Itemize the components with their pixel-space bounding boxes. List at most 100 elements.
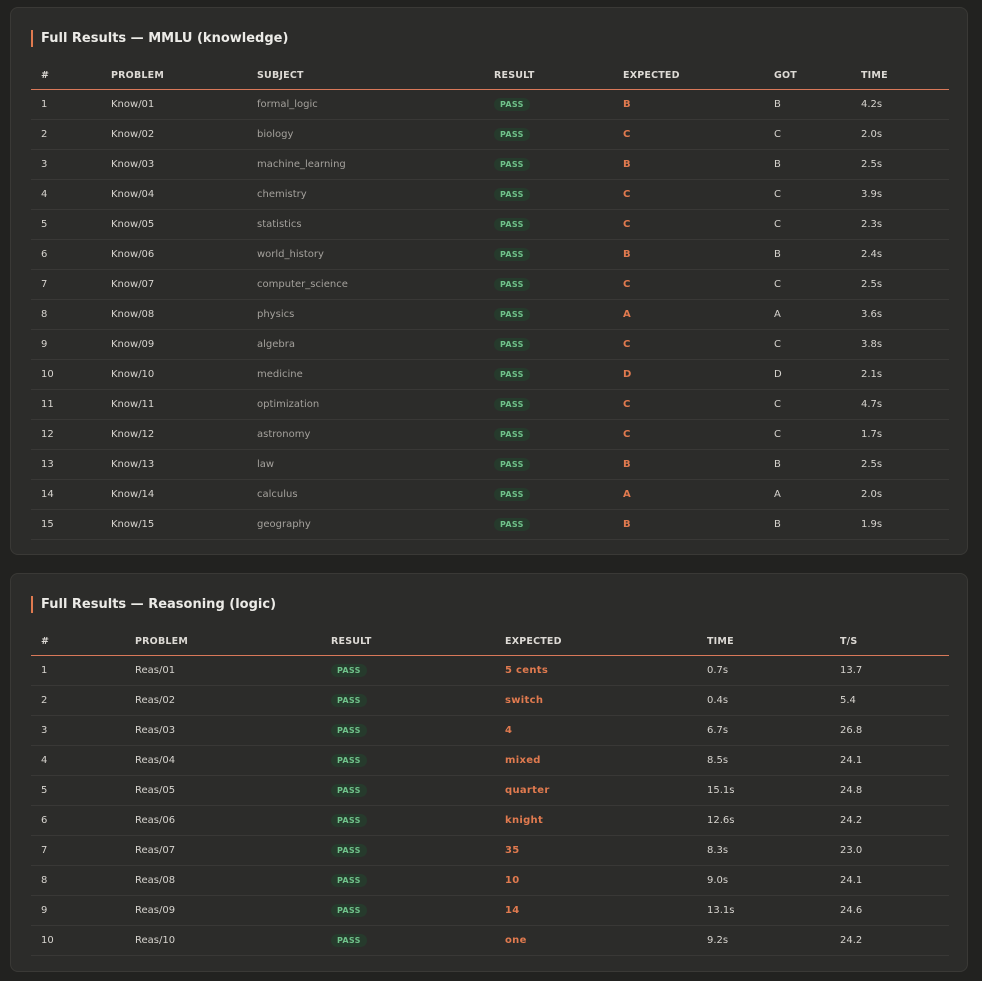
table-row[interactable]: 9 Reas/09 PASS 14 13.1s 24.6	[31, 895, 949, 926]
table-row[interactable]: 1 Reas/01 PASS 5 cents 0.7s 13.7	[31, 655, 949, 686]
col-header-subject[interactable]: SUBJECT	[247, 62, 484, 90]
col-header-expected[interactable]: EXPECTED	[495, 628, 697, 656]
table-row[interactable]: 8 Know/08 physics PASS A A 3.6s	[31, 299, 949, 330]
table-row[interactable]: 2 Know/02 biology PASS C C 2.0s	[31, 119, 949, 150]
col-header-got[interactable]: GOT	[764, 62, 851, 90]
table-row[interactable]: 3 Reas/03 PASS 4 6.7s 26.8	[31, 715, 949, 746]
result-cell: PASS	[321, 835, 495, 866]
table-row[interactable]: 6 Know/06 world_history PASS B B 2.4s	[31, 239, 949, 270]
col-header-problem[interactable]: PROBLEM	[125, 628, 321, 656]
result-badge: PASS	[494, 98, 530, 111]
col-header-tokens-per-second[interactable]: T/S	[830, 628, 949, 656]
result-badge: PASS	[494, 458, 530, 471]
subject-cell: law	[247, 449, 484, 480]
result-cell: PASS	[484, 509, 613, 540]
col-header-result[interactable]: RESULT	[321, 628, 495, 656]
table-row[interactable]: 10 Reas/10 PASS one 9.2s 24.2	[31, 925, 949, 956]
result-badge: PASS	[331, 844, 367, 857]
result-cell: PASS	[484, 389, 613, 420]
problem-cell: Know/10	[101, 359, 247, 390]
col-header-index[interactable]: #	[31, 62, 101, 90]
expected-cell: B	[613, 149, 764, 180]
result-cell: PASS	[321, 775, 495, 806]
table-row[interactable]: 10 Know/10 medicine PASS D D 2.1s	[31, 359, 949, 390]
table-row[interactable]: 6 Reas/06 PASS knight 12.6s 24.2	[31, 805, 949, 836]
index-cell: 2	[31, 119, 101, 150]
result-cell: PASS	[321, 895, 495, 926]
subject-cell: biology	[247, 119, 484, 150]
table-row[interactable]: 11 Know/11 optimization PASS C C 4.7s	[31, 389, 949, 420]
problem-cell: Know/15	[101, 509, 247, 540]
got-cell: B	[764, 149, 851, 180]
expected-cell: 14	[495, 895, 697, 926]
index-cell: 9	[31, 895, 125, 926]
time-cell: 8.5s	[697, 745, 830, 776]
col-header-time[interactable]: TIME	[697, 628, 830, 656]
col-header-time[interactable]: TIME	[851, 62, 949, 90]
got-cell: C	[764, 329, 851, 360]
index-cell: 10	[31, 359, 101, 390]
index-cell: 14	[31, 479, 101, 510]
table-row[interactable]: 3 Know/03 machine_learning PASS B B 2.5s	[31, 149, 949, 180]
tokens-per-second-cell: 26.8	[830, 715, 949, 746]
col-header-problem[interactable]: PROBLEM	[101, 62, 247, 90]
table-row[interactable]: 8 Reas/08 PASS 10 9.0s 24.1	[31, 865, 949, 896]
expected-cell: switch	[495, 685, 697, 716]
table-row[interactable]: 13 Know/13 law PASS B B 2.5s	[31, 449, 949, 480]
table-row[interactable]: 2 Reas/02 PASS switch 0.4s 5.4	[31, 685, 949, 716]
table-row[interactable]: 5 Reas/05 PASS quarter 15.1s 24.8	[31, 775, 949, 806]
subject-cell: medicine	[247, 359, 484, 390]
table-row[interactable]: 7 Reas/07 PASS 35 8.3s 23.0	[31, 835, 949, 866]
time-cell: 0.4s	[697, 685, 830, 716]
problem-cell: Reas/04	[125, 745, 321, 776]
table-row[interactable]: 5 Know/05 statistics PASS C C 2.3s	[31, 209, 949, 240]
index-cell: 8	[31, 865, 125, 896]
reasoning-results-panel: Full Results — Reasoning (logic) # PROBL…	[10, 573, 968, 972]
table-row[interactable]: 9 Know/09 algebra PASS C C 3.8s	[31, 329, 949, 360]
table-row[interactable]: 4 Reas/04 PASS mixed 8.5s 24.1	[31, 745, 949, 776]
subject-cell: computer_science	[247, 269, 484, 300]
result-badge: PASS	[331, 814, 367, 827]
expected-cell: B	[613, 509, 764, 540]
result-badge: PASS	[331, 784, 367, 797]
got-cell: B	[764, 449, 851, 480]
subject-cell: calculus	[247, 479, 484, 510]
result-badge: PASS	[494, 488, 530, 501]
subject-cell: geography	[247, 509, 484, 540]
problem-cell: Reas/02	[125, 685, 321, 716]
problem-cell: Reas/06	[125, 805, 321, 836]
result-cell: PASS	[484, 149, 613, 180]
table-row[interactable]: 14 Know/14 calculus PASS A A 2.0s	[31, 479, 949, 510]
problem-cell: Know/12	[101, 419, 247, 450]
result-badge: PASS	[494, 428, 530, 441]
result-cell: PASS	[484, 359, 613, 390]
index-cell: 2	[31, 685, 125, 716]
col-header-index[interactable]: #	[31, 628, 125, 656]
table-row[interactable]: 4 Know/04 chemistry PASS C C 3.9s	[31, 179, 949, 210]
mmlu-results-panel: Full Results — MMLU (knowledge) # PROBLE…	[10, 7, 968, 555]
got-cell: C	[764, 269, 851, 300]
col-header-result[interactable]: RESULT	[484, 62, 613, 90]
index-cell: 7	[31, 269, 101, 300]
subject-cell: formal_logic	[247, 89, 484, 120]
table-row[interactable]: 1 Know/01 formal_logic PASS B B 4.2s	[31, 89, 949, 120]
reasoning-panel-title: Full Results — Reasoning (logic)	[31, 596, 276, 613]
tokens-per-second-cell: 24.1	[830, 865, 949, 896]
index-cell: 4	[31, 745, 125, 776]
reasoning-results-table: # PROBLEM RESULT EXPECTED TIME T/S 1 Reas…	[31, 628, 949, 956]
table-row[interactable]: 15 Know/15 geography PASS B B 1.9s	[31, 509, 949, 540]
problem-cell: Reas/10	[125, 925, 321, 956]
problem-cell: Reas/05	[125, 775, 321, 806]
expected-cell: C	[613, 179, 764, 210]
got-cell: C	[764, 419, 851, 450]
table-row[interactable]: 7 Know/07 computer_science PASS C C 2.5s	[31, 269, 949, 300]
time-cell: 2.1s	[851, 359, 949, 390]
result-badge: PASS	[331, 754, 367, 767]
result-badge: PASS	[494, 368, 530, 381]
result-badge: PASS	[494, 398, 530, 411]
table-row[interactable]: 12 Know/12 astronomy PASS C C 1.7s	[31, 419, 949, 450]
expected-cell: mixed	[495, 745, 697, 776]
tokens-per-second-cell: 24.6	[830, 895, 949, 926]
col-header-expected[interactable]: EXPECTED	[613, 62, 764, 90]
index-cell: 15	[31, 509, 101, 540]
